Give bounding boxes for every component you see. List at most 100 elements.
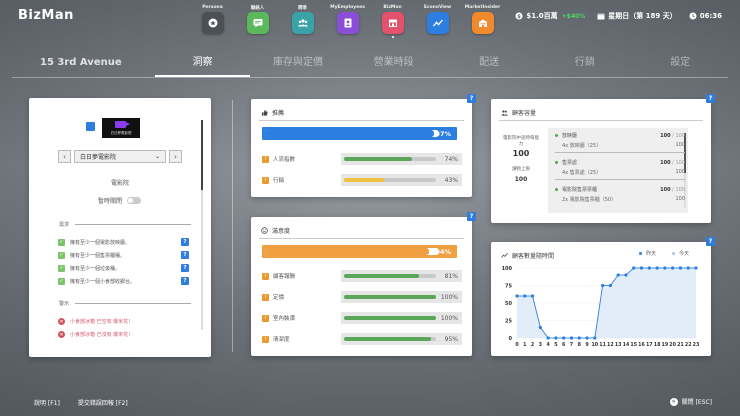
svg-text:$: $ — [518, 14, 522, 20]
help-icon[interactable]: ? — [706, 94, 715, 103]
tab-inventory-pricing[interactable]: 庫存與定價 — [250, 52, 346, 77]
metric-row: i 人流指數 74% — [262, 153, 462, 165]
check-icon: ✓ — [58, 238, 65, 246]
y-tick-label: 100 — [502, 266, 513, 272]
requirement-item: ✓ 擁有至少一個電影放映廳。 ? — [58, 238, 189, 246]
app-market-insider[interactable]: MarketInsider — [460, 5, 505, 38]
footer-left: 說明 [F1] 提交錯誤回報 [F2] — [34, 398, 128, 407]
x-tick-label: 4 — [546, 342, 550, 348]
x-tick-label: 12 — [607, 342, 614, 348]
x-tick-label: 2 — [531, 342, 534, 348]
help-icon[interactable]: ? — [181, 264, 189, 272]
requirement-item: ✓ 擁有至少一個垃圾桶。 ? — [58, 264, 189, 272]
app-bizman[interactable]: BizMan — [370, 5, 415, 38]
x-tick-label: 13 — [615, 342, 622, 348]
help-icon[interactable]: ? — [467, 212, 476, 221]
x-tick-label: 7 — [570, 342, 573, 348]
x-tick-label: 18 — [654, 342, 661, 348]
x-tick-label: 15 — [630, 342, 637, 348]
x-tick-label: 3 — [539, 342, 542, 348]
capacity-item: 放映廳 100 / 100 4x 放映廳（25） 100 — [555, 132, 685, 153]
x-tick-label: 16 — [638, 342, 645, 348]
satisfaction-overall-bar: 94% — [262, 245, 457, 258]
data-point — [593, 336, 597, 340]
tab-insights[interactable]: 洞察 — [154, 52, 251, 77]
help-icon[interactable]: ? — [467, 94, 476, 103]
y-tick-label: 25 — [505, 319, 512, 325]
trend-icon — [426, 12, 449, 34]
x-tick-label: 10 — [591, 342, 598, 348]
edit-logo-icon[interactable] — [86, 122, 95, 131]
business-selector: ‹ 白日夢電影院 ⌄ › — [58, 150, 182, 163]
data-point — [515, 294, 519, 298]
data-point — [671, 266, 675, 270]
feedback-hotkey[interactable]: 提交錯誤回報 [F2] — [78, 398, 128, 407]
data-point — [569, 336, 574, 340]
app-persona[interactable]: Persona — [190, 5, 235, 38]
app-brand: BizMan — [18, 8, 74, 23]
info-icon: i — [262, 272, 269, 280]
business-category: 電影院 — [110, 180, 129, 187]
close-icon: ✕ — [669, 397, 678, 406]
active-app-indicator — [391, 36, 394, 38]
metric-row: i 定價 100% — [262, 291, 462, 303]
calendar-icon — [597, 13, 605, 20]
data-point — [523, 294, 527, 298]
help-icon[interactable]: ? — [181, 277, 189, 285]
x-tick-label: 17 — [646, 342, 653, 348]
prev-business-button[interactable]: ‹ — [58, 150, 71, 163]
info-icon: i — [262, 293, 269, 301]
x-tick-label: 19 — [662, 342, 669, 348]
chat-icon — [246, 12, 269, 34]
money-change: +$40% — [561, 12, 586, 20]
app-contacts[interactable]: 聯絡人 — [235, 5, 280, 38]
help-icon[interactable]: ? — [181, 251, 189, 259]
x-tick-label: 20 — [669, 342, 676, 348]
chevron-down-icon: ⌄ — [154, 153, 160, 160]
customers-line-chart: 02550751000 1 2 3 4 5 6 7 8 9 10 11 12 13 14 15 16 17 18 19… — [502, 266, 700, 348]
check-icon: ✓ — [58, 251, 65, 259]
column-divider — [232, 100, 233, 352]
tab-business-hours[interactable]: 營業時段 — [346, 52, 442, 77]
scrollbar[interactable] — [201, 120, 203, 330]
y-tick-label: 0 — [509, 336, 513, 342]
camera-icon — [115, 121, 130, 128]
help-hotkey[interactable]: 說明 [F1] — [34, 398, 60, 407]
close-hotkey[interactable]: ✕ 關閉 [ESC] — [669, 397, 712, 406]
recommend-header: 推薦 — [261, 108, 284, 117]
day-label: 星期日（第 189 天） — [608, 12, 677, 20]
data-point — [655, 266, 659, 270]
status-bar: $ $1.0百萬 +$40% 星期日（第 189 天） 06:36 — [515, 11, 722, 21]
capacity-summary: 電影院中途時每能力 100 讀物上限 100 — [503, 136, 539, 183]
data-point — [577, 336, 581, 340]
app-econoview[interactable]: EconoView — [415, 5, 460, 38]
tab-marketing[interactable]: 行銷 — [537, 52, 633, 77]
tab-address: 15 3rd Avenue — [40, 57, 122, 68]
customer-capacity-panel: ? 顧客容量 電影院中途時每能力 100 讀物上限 100 放映廳 100 / … — [491, 94, 715, 223]
data-point — [530, 294, 535, 298]
next-business-button[interactable]: › — [169, 150, 182, 163]
recommend-overall-bar: 97% — [262, 127, 457, 140]
tab-delivery[interactable]: 配送 — [441, 52, 537, 77]
business-logo: 白日夢電影院 — [102, 118, 140, 138]
recommend-panel: ? 推薦 97% i 人流指數 74% i 行銷 43% — [251, 94, 476, 197]
capacity-breakdown: 放映廳 100 / 100 4x 放映廳（25） 100 售票處 100 / 10… — [548, 128, 688, 213]
x-tick-label: 11 — [599, 342, 606, 348]
data-point — [562, 336, 566, 340]
x-tick-label: 14 — [623, 342, 630, 348]
info-icon: i — [262, 155, 269, 163]
tab-settings[interactable]: 設定 — [632, 52, 728, 77]
money-icon: $ — [515, 12, 523, 20]
help-icon[interactable]: ? — [181, 238, 189, 246]
badge-icon — [201, 12, 224, 34]
top-bar: BizMan Persona 聯絡人 聘季 MyEmployees BizMan… — [0, 0, 740, 38]
requirement-item: ✓ 擁有至少一個售票櫃檯。 ? — [58, 251, 189, 259]
y-tick-label: 75 — [505, 284, 512, 290]
app-hiring[interactable]: 聘季 — [280, 5, 325, 38]
satisfaction-panel: ? 滿意度 94% i 顧客報酬 81% i 定價 100% i 室內裝潢 10… — [251, 212, 476, 356]
metric-row: i 行銷 43% — [262, 174, 462, 186]
business-dropdown[interactable]: 白日夢電影院 ⌄ — [74, 150, 166, 163]
temporary-close-toggle[interactable] — [127, 197, 142, 204]
app-my-employees[interactable]: MyEmployees — [325, 5, 370, 38]
info-icon: i — [262, 314, 269, 322]
